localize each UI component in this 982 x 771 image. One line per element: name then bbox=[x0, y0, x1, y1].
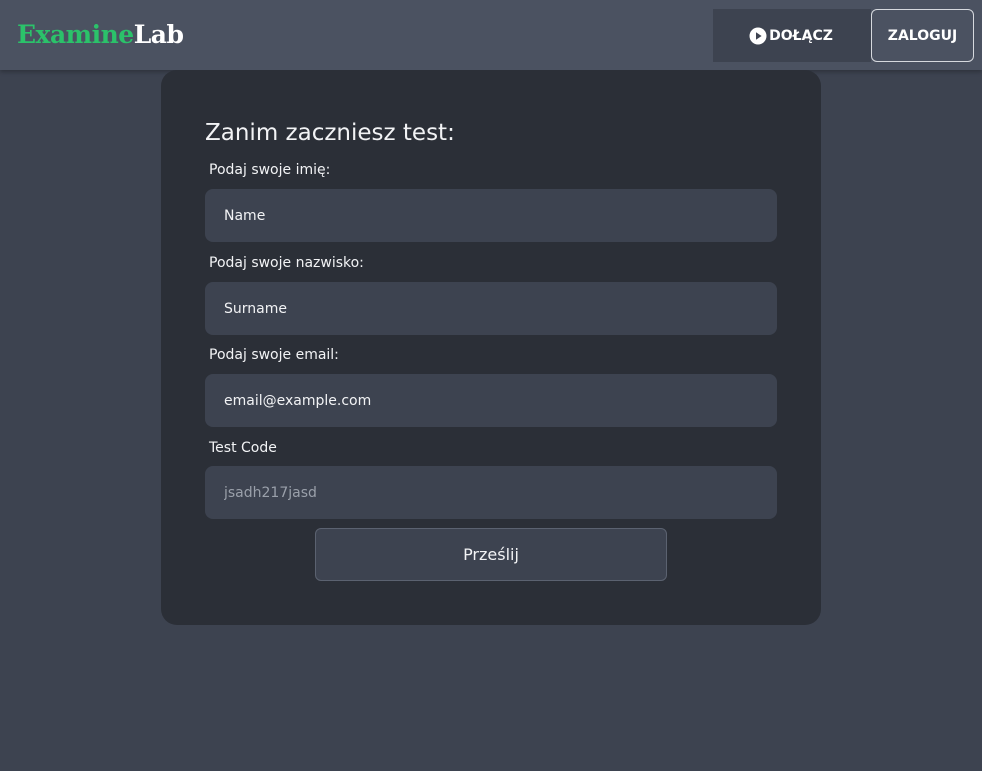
email-label: Podaj swoje email: bbox=[209, 347, 339, 363]
test-code-label: Test Code bbox=[209, 440, 277, 456]
brand-logo-part1: Examine bbox=[17, 20, 134, 49]
test-code-input[interactable] bbox=[205, 466, 777, 519]
first-name-label: Podaj swoje imię: bbox=[209, 162, 331, 178]
surname-label: Podaj swoje nazwisko: bbox=[209, 255, 364, 271]
brand-logo-part2: Lab bbox=[133, 20, 184, 49]
brand-logo[interactable]: ExamineLab bbox=[17, 18, 184, 52]
login-button-label: ZALOGUJ bbox=[887, 27, 958, 44]
test-entry-form: Zanim zaczniesz test: Podaj swoje imię: … bbox=[161, 70, 821, 625]
login-button[interactable]: ZALOGUJ bbox=[871, 9, 974, 62]
email-input[interactable] bbox=[205, 374, 777, 427]
play-circle-icon bbox=[749, 27, 767, 45]
submit-button[interactable]: Prześlij bbox=[315, 528, 667, 581]
submit-button-label: Prześlij bbox=[463, 545, 519, 564]
join-button[interactable]: DOŁĄCZ bbox=[713, 9, 871, 62]
first-name-input[interactable] bbox=[205, 189, 777, 242]
navbar: ExamineLab DOŁĄCZ ZALOGUJ bbox=[0, 0, 982, 70]
surname-input[interactable] bbox=[205, 282, 777, 335]
form-title: Zanim zaczniesz test: bbox=[205, 120, 455, 146]
join-button-label: DOŁĄCZ bbox=[769, 27, 833, 44]
